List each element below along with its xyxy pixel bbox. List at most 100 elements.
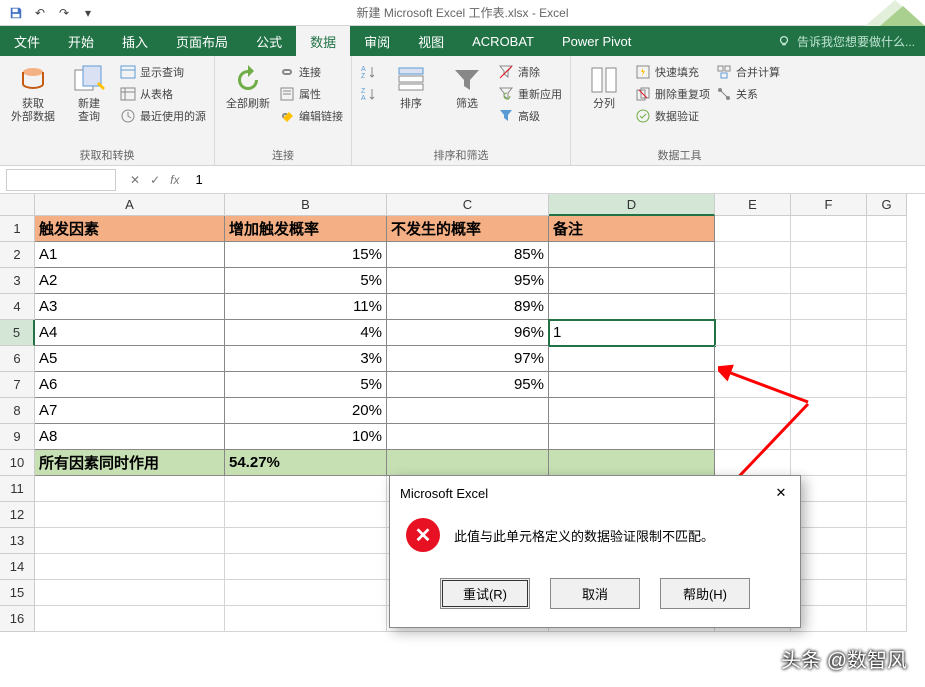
cell[interactable] (35, 528, 225, 554)
cell[interactable] (715, 242, 791, 268)
row-header[interactable]: 5 (0, 320, 35, 346)
row-header[interactable]: 4 (0, 294, 35, 320)
cell[interactable] (791, 242, 867, 268)
cell[interactable]: 备注 (549, 216, 715, 242)
show-queries-button[interactable]: 显示查询 (120, 64, 206, 80)
cell[interactable] (35, 580, 225, 606)
cell[interactable] (387, 398, 549, 424)
cell[interactable] (867, 450, 907, 476)
tell-me-search[interactable]: 告诉我您想要做什么... (767, 26, 925, 56)
recent-sources-button[interactable]: 最近使用的源 (120, 108, 206, 124)
cancel-entry-icon[interactable]: ✕ (130, 173, 140, 187)
cell[interactable] (791, 476, 867, 502)
cell[interactable]: 10% (225, 424, 387, 450)
cell[interactable]: 85% (387, 242, 549, 268)
save-icon[interactable] (6, 3, 26, 23)
cell[interactable] (549, 398, 715, 424)
cell[interactable] (549, 268, 715, 294)
cell[interactable] (549, 294, 715, 320)
cell[interactable] (867, 216, 907, 242)
cell[interactable] (715, 372, 791, 398)
column-header[interactable]: E (715, 194, 791, 216)
cell[interactable] (867, 320, 907, 346)
refresh-all-button[interactable]: 全部刷新 (223, 60, 273, 145)
tab-formulas[interactable]: 公式 (242, 26, 296, 56)
row-header[interactable]: 3 (0, 268, 35, 294)
cell[interactable] (715, 294, 791, 320)
cell[interactable]: 5% (225, 372, 387, 398)
relationships-button[interactable]: 关系 (716, 86, 780, 102)
column-header[interactable]: A (35, 194, 225, 216)
cell[interactable] (867, 294, 907, 320)
cell[interactable] (715, 320, 791, 346)
tab-insert[interactable]: 插入 (108, 26, 162, 56)
cell[interactable] (867, 398, 907, 424)
row-header[interactable]: 13 (0, 528, 35, 554)
row-header[interactable]: 1 (0, 216, 35, 242)
row-header[interactable]: 8 (0, 398, 35, 424)
help-button[interactable]: 帮助(H) (660, 578, 750, 609)
from-table-button[interactable]: 从表格 (120, 86, 206, 102)
cell[interactable] (791, 606, 867, 632)
flash-fill-button[interactable]: 快速填充 (635, 64, 710, 80)
tab-review[interactable]: 审阅 (350, 26, 404, 56)
advanced-filter-button[interactable]: 高级 (498, 108, 562, 124)
cell[interactable] (867, 268, 907, 294)
cell[interactable] (791, 554, 867, 580)
cell[interactable] (867, 502, 907, 528)
cell[interactable]: A1 (35, 242, 225, 268)
edit-links-button[interactable]: 编辑链接 (279, 108, 343, 124)
cell[interactable] (715, 424, 791, 450)
cell[interactable]: 96% (387, 320, 549, 346)
cell[interactable] (715, 346, 791, 372)
cell[interactable] (867, 554, 907, 580)
cell[interactable] (867, 346, 907, 372)
cell[interactable] (225, 476, 387, 502)
cell[interactable] (35, 554, 225, 580)
cell[interactable] (387, 424, 549, 450)
cell[interactable] (791, 398, 867, 424)
tab-powerpivot[interactable]: Power Pivot (548, 26, 645, 56)
cell[interactable] (867, 476, 907, 502)
row-header[interactable]: 11 (0, 476, 35, 502)
cell[interactable] (791, 372, 867, 398)
column-header[interactable]: B (225, 194, 387, 216)
cell[interactable]: 4% (225, 320, 387, 346)
cell[interactable] (867, 424, 907, 450)
sort-za-button[interactable]: ZA (360, 86, 376, 102)
cell[interactable] (791, 294, 867, 320)
select-all-button[interactable] (0, 194, 35, 216)
close-icon[interactable]: ✕ (772, 484, 790, 502)
redo-icon[interactable]: ↷ (54, 3, 74, 23)
formula-input[interactable]: 1 (187, 172, 925, 187)
cell[interactable] (35, 606, 225, 632)
cell[interactable]: A5 (35, 346, 225, 372)
column-header[interactable]: C (387, 194, 549, 216)
cell[interactable] (549, 346, 715, 372)
cell[interactable]: A7 (35, 398, 225, 424)
cell[interactable] (867, 606, 907, 632)
cell[interactable]: 89% (387, 294, 549, 320)
column-header[interactable]: G (867, 194, 907, 216)
cell[interactable]: 3% (225, 346, 387, 372)
cell[interactable] (549, 372, 715, 398)
qat-dropdown-icon[interactable]: ▾ (78, 3, 98, 23)
row-header[interactable]: 9 (0, 424, 35, 450)
column-header[interactable]: F (791, 194, 867, 216)
get-external-data-button[interactable]: 获取 外部数据 (8, 60, 58, 145)
sort-az-button[interactable]: AZ (360, 64, 376, 80)
cell[interactable]: 不发生的概率 (387, 216, 549, 242)
row-header[interactable]: 7 (0, 372, 35, 398)
data-validation-button[interactable]: 数据验证 (635, 108, 710, 124)
cell[interactable] (791, 502, 867, 528)
undo-icon[interactable]: ↶ (30, 3, 50, 23)
cell[interactable] (791, 450, 867, 476)
cell[interactable]: A8 (35, 424, 225, 450)
cell[interactable] (715, 450, 791, 476)
cell[interactable]: 增加触发概率 (225, 216, 387, 242)
cell[interactable]: A3 (35, 294, 225, 320)
connections-button[interactable]: 连接 (279, 64, 343, 80)
row-header[interactable]: 12 (0, 502, 35, 528)
cell[interactable] (225, 606, 387, 632)
cell[interactable] (791, 320, 867, 346)
